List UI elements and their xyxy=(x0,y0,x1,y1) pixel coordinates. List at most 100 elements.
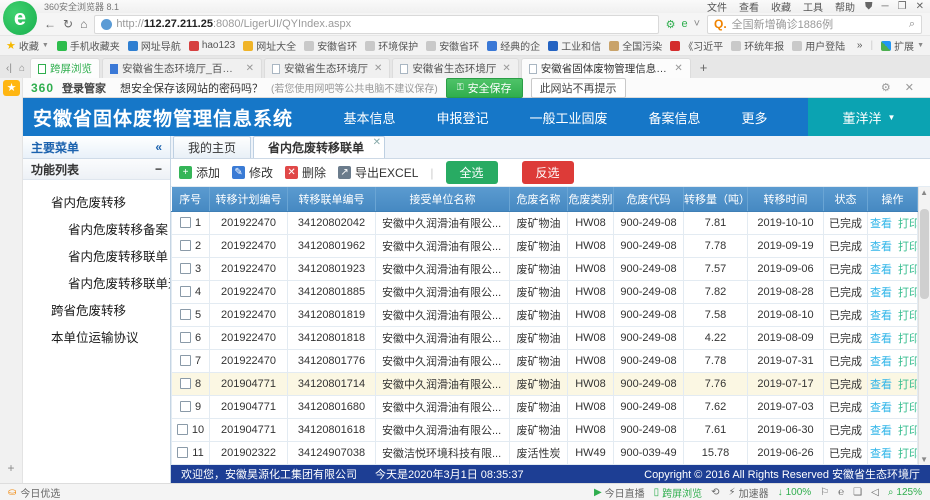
column-header[interactable]: 状态 xyxy=(824,187,868,211)
view-link[interactable]: 查看 xyxy=(870,402,892,414)
user-menu[interactable]: 董洋洋 ▼ xyxy=(808,98,930,136)
table-row[interactable]: 620192247034120801818安徽中久润滑油有限公...废矿物油HW… xyxy=(172,326,918,349)
edit-button[interactable]: ✎ 修改 xyxy=(232,164,273,181)
sidebar-item[interactable]: 省内危废转移备案 xyxy=(23,217,170,244)
bookmark-item[interactable]: 安徽省环 xyxy=(426,38,479,53)
view-link[interactable]: 查看 xyxy=(870,333,892,345)
sidebar-item[interactable]: 省内危废转移联单退运 xyxy=(23,271,170,298)
invert-selection-button[interactable]: 反选 xyxy=(522,161,574,184)
row-checkbox[interactable] xyxy=(177,424,188,435)
print-link[interactable]: 打印 xyxy=(898,218,918,230)
speaker-icon[interactable]: ◁ xyxy=(871,487,879,498)
bookmark-item[interactable]: 手机收藏夹 xyxy=(57,38,120,53)
search-magnifier-icon[interactable]: ⌕ xyxy=(909,18,915,31)
menu-item[interactable]: 工具 xyxy=(803,0,823,14)
close-tab-icon[interactable]: ✕ xyxy=(373,137,381,148)
close-tab-icon[interactable]: ✕ xyxy=(672,63,682,74)
home-button[interactable]: ⌂ xyxy=(80,18,87,30)
collapse-section-icon[interactable]: − xyxy=(155,162,162,176)
print-link[interactable]: 打印 xyxy=(898,379,918,391)
close-tab-icon[interactable]: ✕ xyxy=(372,63,382,74)
view-link[interactable]: 查看 xyxy=(870,425,892,437)
bookmark-item[interactable]: 用户登陆 xyxy=(792,38,845,53)
browser-tab[interactable]: 跨屏浏览 xyxy=(30,58,100,78)
column-header[interactable]: 转移量（吨） xyxy=(684,187,748,211)
menu-item[interactable]: 文件 xyxy=(707,0,727,14)
bookmark-item[interactable]: 经典的企 xyxy=(487,38,540,53)
view-link[interactable]: 查看 xyxy=(870,448,892,460)
table-row[interactable]: 120192247034120802042安徽中久润滑油有限公...废矿物油HW… xyxy=(172,211,918,234)
tab-my-home[interactable]: 我的主页 xyxy=(173,136,251,158)
dismiss-site-button[interactable]: 此网站不再提示 xyxy=(531,78,626,98)
print-link[interactable]: 打印 xyxy=(898,310,918,322)
bookmark-item[interactable]: 环境保护 xyxy=(365,38,418,53)
column-header[interactable]: 危废代码 xyxy=(614,187,684,211)
scroll-down-icon[interactable]: ▼ xyxy=(920,455,928,464)
nav-item[interactable]: 备案信息 xyxy=(648,108,700,127)
tab-transfer-sheet[interactable]: 省内危废转移联单 ✕ xyxy=(253,136,385,158)
nav-item[interactable]: 申报登记 xyxy=(436,108,488,127)
sidebar-item[interactable]: 跨省危废转移 xyxy=(23,298,170,325)
bookmark-item[interactable]: 工业和信 xyxy=(548,38,601,53)
bookmarks-overflow-button[interactable]: » xyxy=(857,40,863,51)
scrollbar-thumb[interactable] xyxy=(920,209,929,299)
accelerator-button[interactable]: ⚡ 加速器 xyxy=(729,485,769,500)
close-tab-icon[interactable]: ✕ xyxy=(500,63,510,74)
column-header[interactable]: 操作 xyxy=(868,187,918,211)
flag-icon[interactable]: ⚐ xyxy=(820,487,829,498)
sidebar-item[interactable]: 省内危废转移联单 xyxy=(23,244,170,271)
bookmark-item[interactable]: 《习近平 xyxy=(670,38,723,53)
table-row[interactable]: 820190477134120801714安徽中久润滑油有限公...废矿物油HW… xyxy=(172,372,918,395)
browser-tab[interactable]: 安徽省固体废物管理信息系统✕ xyxy=(521,58,691,78)
table-row[interactable]: 420192247034120801885安徽中久润滑油有限公...废矿物油HW… xyxy=(172,280,918,303)
row-checkbox[interactable] xyxy=(180,309,191,320)
row-checkbox[interactable] xyxy=(180,401,191,412)
scroll-up-icon[interactable]: ▲ xyxy=(920,188,928,197)
bookmark-item[interactable]: 环统年报 xyxy=(731,38,784,53)
close-tab-icon[interactable]: ✕ xyxy=(244,63,254,74)
table-row[interactable]: 720192247034120801776安徽中久润滑油有限公...废矿物油HW… xyxy=(172,349,918,372)
select-all-button[interactable]: 全选 xyxy=(446,161,498,184)
table-row[interactable]: 1120190232234124907038安徽洁悦环境科技有限...废活性炭H… xyxy=(172,441,918,464)
download-progress[interactable]: ↓ 100% xyxy=(778,487,812,498)
nav-item[interactable]: 基本信息 xyxy=(344,108,396,127)
nav-item[interactable]: 更多 xyxy=(741,108,767,127)
row-checkbox[interactable] xyxy=(180,378,191,389)
row-checkbox[interactable] xyxy=(180,217,191,228)
url-input[interactable]: http://112.27.211.25:8080/LigerUI/QYInde… xyxy=(94,15,658,34)
delete-button[interactable]: ✕ 删除 xyxy=(285,164,326,181)
view-link[interactable]: 查看 xyxy=(870,218,892,230)
notif-gear-icon[interactable]: ⚙ xyxy=(881,81,891,94)
view-link[interactable]: 查看 xyxy=(870,356,892,368)
minimize-button[interactable]: ─ xyxy=(882,1,889,12)
cross-screen-button[interactable]: ▯ 跨屏浏览 xyxy=(654,485,703,500)
print-link[interactable]: 打印 xyxy=(898,402,918,414)
maximize-button[interactable]: ❐ xyxy=(898,1,907,12)
extension-e-icon[interactable]: e xyxy=(681,18,687,30)
table-row[interactable]: 920190477134120801680安徽中久润滑油有限公...废矿物油HW… xyxy=(172,395,918,418)
history-icon[interactable]: ⟲ xyxy=(711,487,719,498)
row-checkbox[interactable] xyxy=(180,355,191,366)
close-button[interactable]: ✕ xyxy=(916,1,924,12)
monitor-icon[interactable]: ❏ xyxy=(853,487,862,498)
security-gear-icon[interactable]: ⚙ xyxy=(666,18,676,31)
sidebar-item[interactable]: 本单位运输协议 xyxy=(23,325,170,352)
extensions-button[interactable]: 扩展 ▼ xyxy=(881,38,924,53)
bookmark-item[interactable]: hao123 xyxy=(189,38,235,53)
column-header[interactable]: 危废类别 xyxy=(568,187,614,211)
notif-close-icon[interactable]: ✕ xyxy=(905,81,914,94)
view-link[interactable]: 查看 xyxy=(870,379,892,391)
bookmark-item[interactable]: 网址大全 xyxy=(243,38,296,53)
print-link[interactable]: 打印 xyxy=(898,356,918,368)
column-header[interactable]: 序号 xyxy=(172,187,210,211)
bookmark-item[interactable]: 全国污染 xyxy=(609,38,662,53)
menu-item[interactable]: 收藏 xyxy=(771,0,791,14)
add-button[interactable]: + 添加 xyxy=(179,164,220,181)
browser-tab[interactable]: 安徽省生态环境厅✕ xyxy=(264,58,390,78)
print-link[interactable]: 打印 xyxy=(898,425,918,437)
view-link[interactable]: 查看 xyxy=(870,287,892,299)
view-link[interactable]: 查看 xyxy=(870,241,892,253)
export-excel-button[interactable]: ↗ 导出EXCEL xyxy=(338,164,418,181)
print-link[interactable]: 打印 xyxy=(898,333,918,345)
column-header[interactable]: 危废名称 xyxy=(510,187,568,211)
